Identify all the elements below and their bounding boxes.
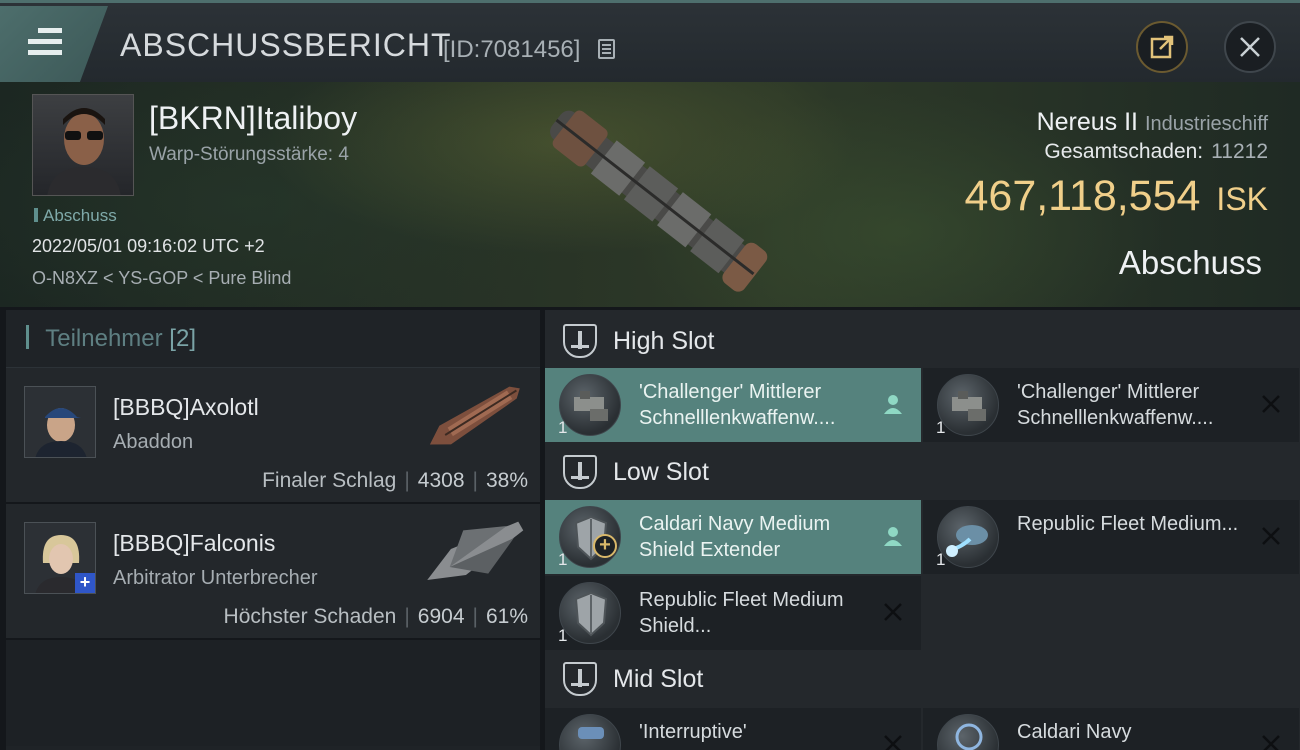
person-icon	[884, 527, 902, 546]
victim-ship-image[interactable]	[520, 92, 790, 302]
destroyed-x-icon	[884, 603, 902, 621]
close-button[interactable]	[1224, 21, 1276, 73]
pilot-portrait-icon	[47, 108, 121, 195]
person-icon	[884, 395, 902, 414]
participant-ship-image	[429, 386, 520, 445]
kill-summary: [BKRN]Italiboy Warp-Störungsstärke: 4 Ab…	[0, 82, 1300, 307]
victim-name[interactable]: [BKRN]Italiboy	[149, 100, 357, 137]
kill-location[interactable]: O-N8XZ < YS-GOP < Pure Blind	[32, 268, 291, 289]
module-item[interactable]: 1 'Challenger' Mittlerer Schnelllenkwaff…	[923, 368, 1299, 442]
kill-time: 2022/05/01 09:16:02 UTC +2	[32, 236, 265, 256]
victim-ship-class: Industrieschiff	[1144, 113, 1268, 135]
participant-ship-image	[427, 521, 524, 580]
participant-name[interactable]: [BBBQ]Axolotl	[113, 394, 259, 421]
avatar[interactable]: +	[24, 522, 96, 594]
module-item[interactable]: 1 Republic Fleet Medium...	[923, 500, 1299, 574]
shield-extender-icon	[559, 582, 621, 644]
module-item[interactable]: 1 'Challenger' Mittlerer Schnelllenkwaff…	[545, 368, 921, 442]
participant-ship: Arbitrator Unterbrecher	[113, 567, 318, 589]
destroyed-x-icon	[1262, 395, 1280, 413]
destroyed-x-icon	[1262, 735, 1280, 750]
participant-row[interactable]: + [BBBQ]Falconis Arbitrator Unterbrecher…	[6, 504, 540, 640]
low-slot-header: Low Slot	[545, 443, 1300, 501]
module-item[interactable]: + 1 Caldari Navy Medium Shield Extender	[545, 500, 921, 574]
module-item[interactable]: Caldari Navy	[923, 708, 1299, 750]
slot-shield-icon	[563, 455, 597, 489]
fitting-panel: High Slot 1 'Challenger' Mittlerer Schne…	[545, 310, 1300, 750]
participant-name[interactable]: [BBBQ]Falconis	[113, 530, 275, 557]
destroyed-x-icon	[884, 735, 902, 750]
total-damage: Gesamtschaden: 11212	[1044, 140, 1268, 163]
warp-disruptor-icon	[559, 714, 621, 750]
menu-button[interactable]	[0, 6, 108, 82]
slot-shield-icon	[563, 324, 597, 358]
kill-tag: Abschuss	[34, 206, 117, 226]
destroyed-x-icon	[1262, 527, 1280, 545]
launcher-module-icon	[937, 374, 999, 436]
participant-stats: Finaler Schlag | 4308 | 38%	[262, 469, 528, 492]
participant-ship: Abaddon	[113, 431, 194, 453]
shield-booster-icon	[937, 506, 999, 568]
mid-slot-header: Mid Slot	[545, 650, 1300, 708]
high-slot-header: High Slot	[545, 312, 1300, 370]
isk-value: 467,118,554 ISK	[964, 172, 1268, 220]
pilot-portrait-icon	[25, 387, 95, 457]
participants-header: Teilnehmer [2]	[6, 310, 540, 368]
avatar[interactable]	[24, 386, 96, 458]
participants-panel: Teilnehmer [2] [BBBQ]Axolotl Abaddon Fin…	[6, 310, 540, 750]
hamburger-menu-icon	[28, 28, 62, 61]
launcher-module-icon	[559, 374, 621, 436]
share-button[interactable]	[1136, 21, 1188, 73]
victim-ship-name[interactable]: Nereus II Industrieschiff	[1037, 108, 1268, 137]
top-bar: ABSCHUSSBERICHT [ID:7081456]	[0, 0, 1300, 82]
participant-stats: Höchster Schaden | 6904 | 61%	[223, 605, 528, 628]
slot-shield-icon	[563, 662, 597, 696]
empty-area	[6, 640, 540, 746]
participant-row[interactable]: [BBBQ]Axolotl Abaddon Finaler Schlag | 430…	[6, 368, 540, 504]
module-item[interactable]: 'Interruptive'	[545, 708, 921, 750]
share-export-icon	[1150, 35, 1174, 59]
add-plus-icon: +	[75, 573, 95, 593]
page-title: ABSCHUSSBERICHT	[120, 27, 452, 63]
plus-icon: +	[593, 534, 617, 558]
close-icon	[1240, 37, 1260, 57]
kill-type: Abschuss	[1118, 244, 1262, 281]
report-id: [ID:7081456]	[443, 36, 581, 63]
copy-icon[interactable]	[598, 39, 615, 59]
victim-avatar[interactable]	[32, 94, 134, 196]
electronic-module-icon	[937, 714, 999, 750]
module-item[interactable]: 1 Republic Fleet Medium Shield...	[545, 576, 921, 650]
warp-strength: Warp-Störungsstärke: 4	[149, 144, 349, 165]
